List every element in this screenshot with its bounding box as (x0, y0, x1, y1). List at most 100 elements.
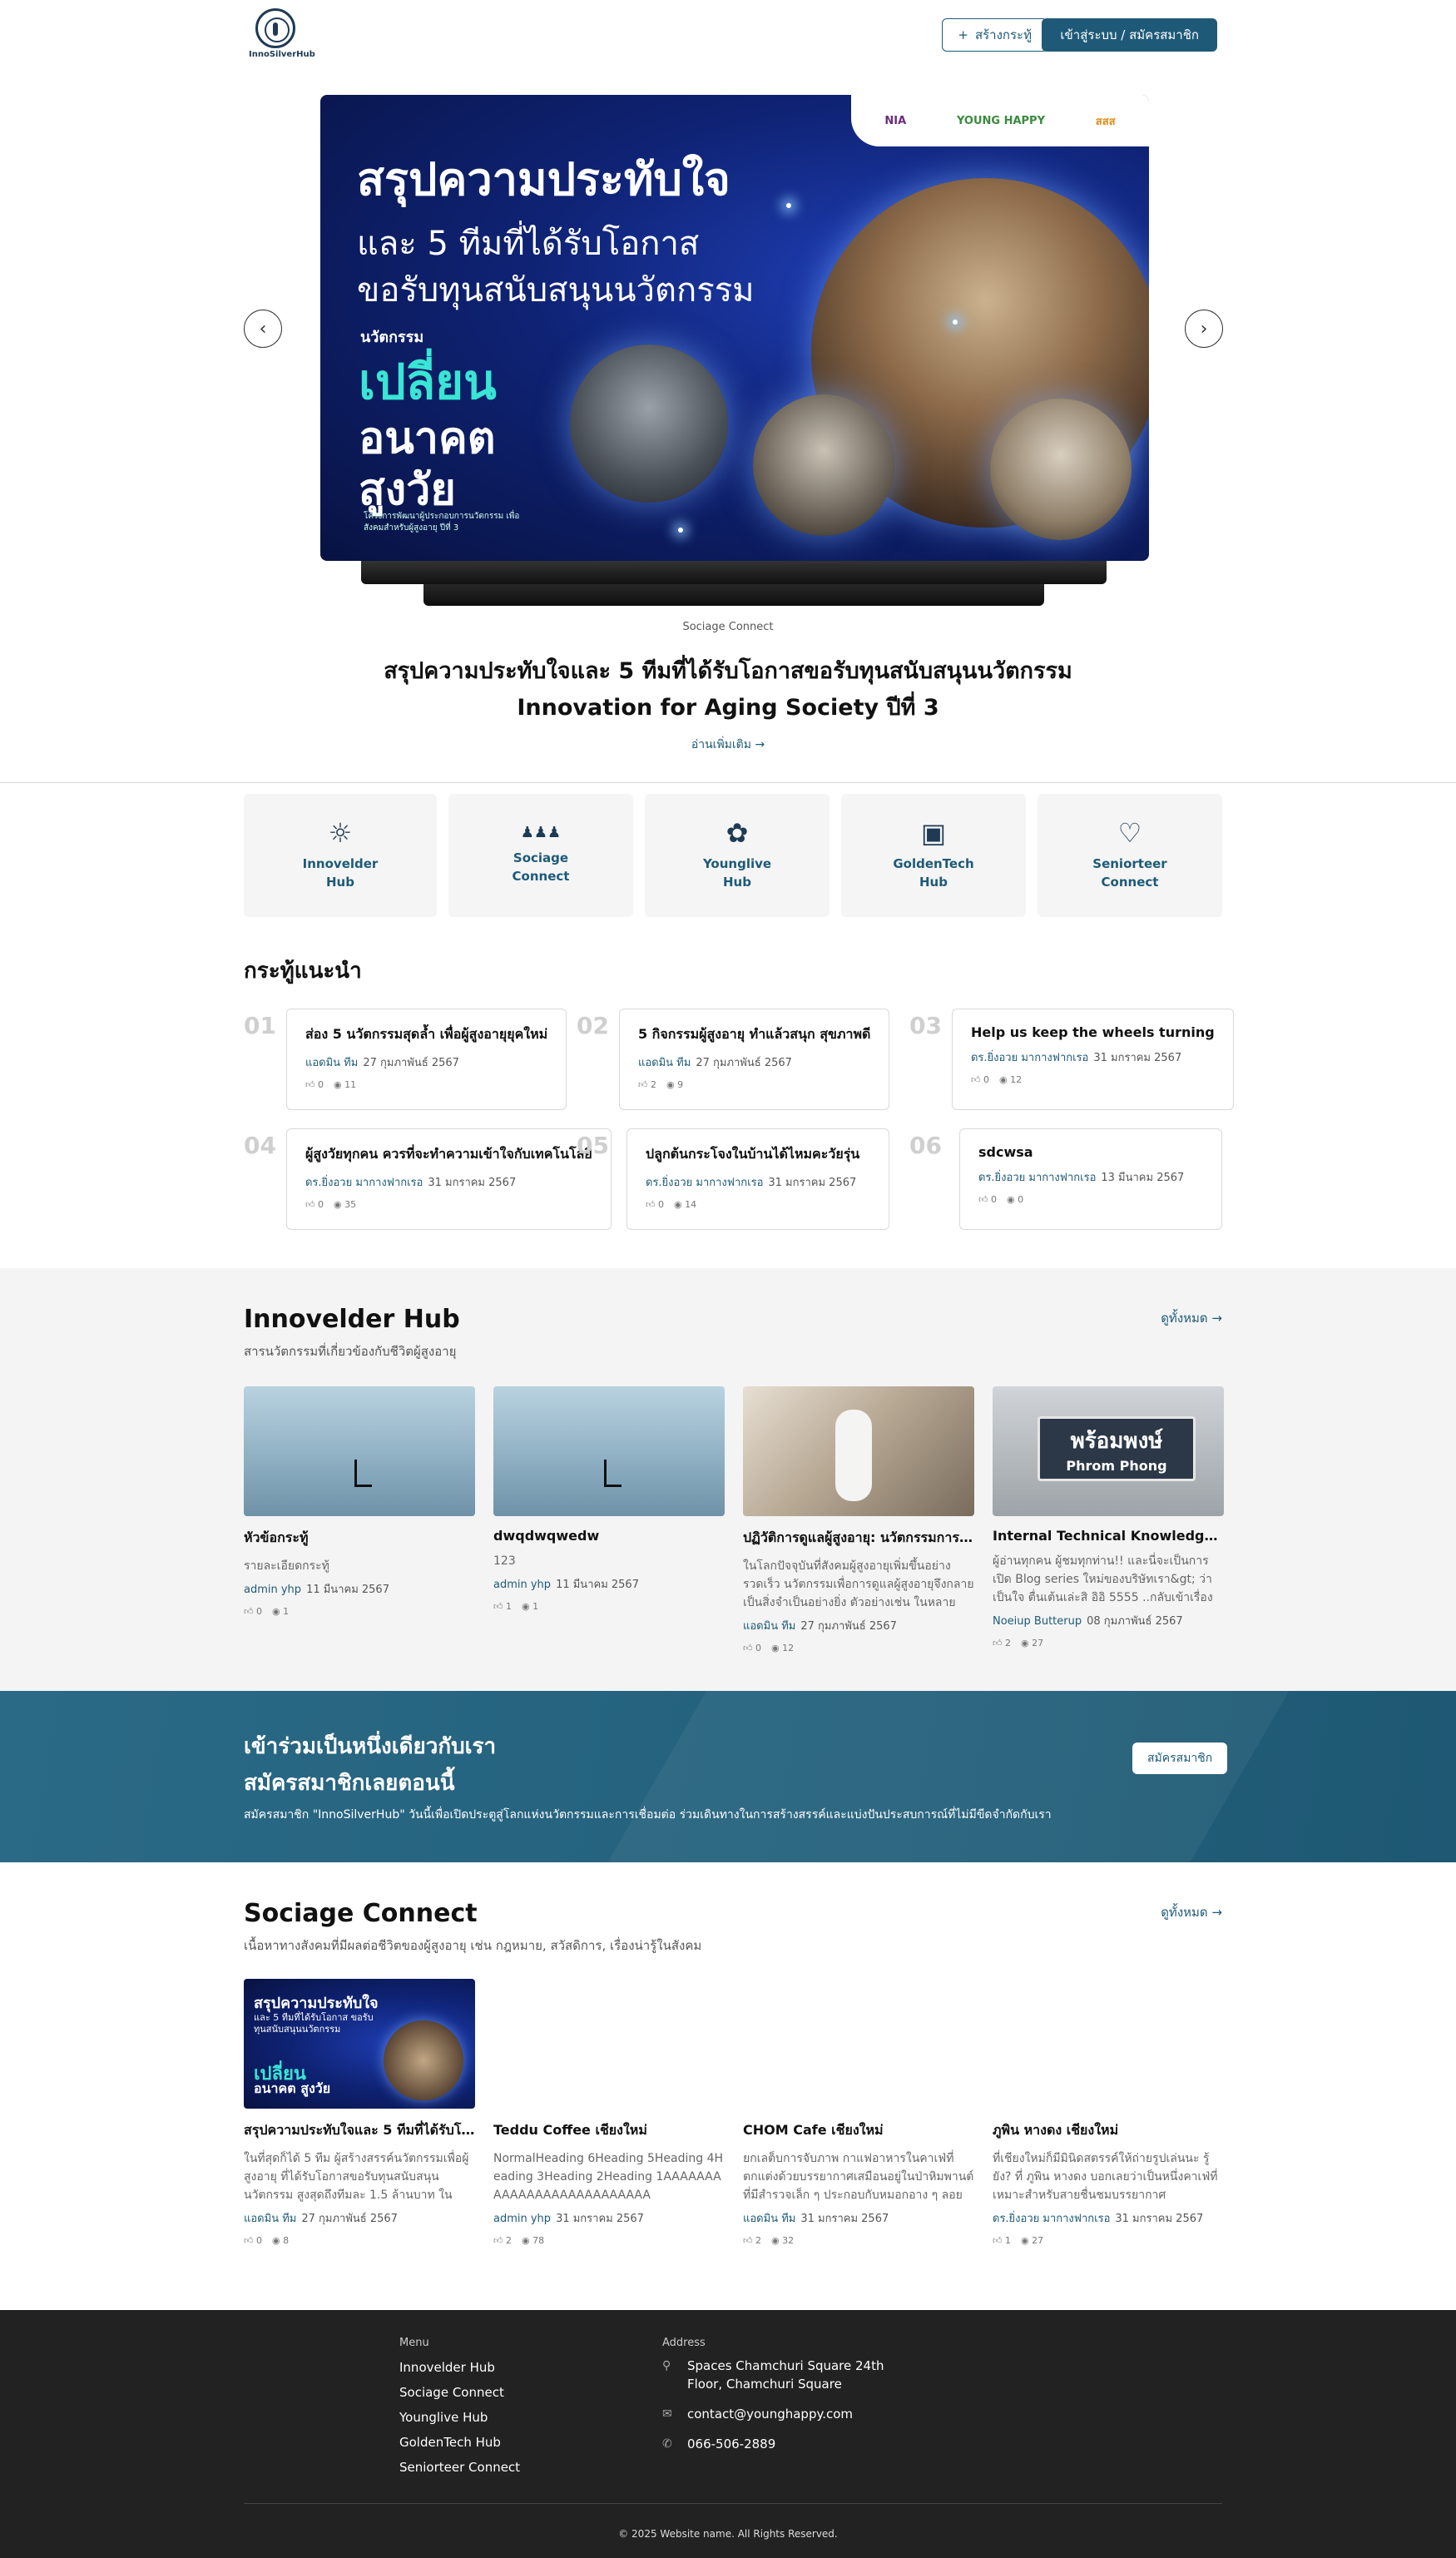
article-card[interactable]: Teddu Coffee เชียงใหม่ NormalHeading 6He… (493, 1979, 725, 2246)
hub-seniorteer[interactable]: ♡ Seniorteer Connect (1038, 794, 1222, 917)
article-author[interactable]: Noeiup Butterup (993, 1615, 1082, 1628)
carousel-next-button[interactable]: › (1185, 310, 1223, 348)
article-card[interactable]: ปฏิวัติการดูแลผู้สูงอายุ: นวัตกรรมการดูแ… (743, 1386, 974, 1653)
post-author[interactable]: ดร.ยิ่งอวย มากางฟากเรอ (978, 1172, 1096, 1184)
like-count: 👍︎ 0 (978, 1194, 997, 1205)
hub-innovelder[interactable]: ☼ Innovelder Hub (244, 794, 437, 917)
post-date: 31 มกราคม 2567 (428, 1177, 517, 1189)
article-stats: 👍︎ 1 ◉ 1 (493, 1601, 725, 1612)
recommended-card[interactable]: 5 กิจกรรมผู้สูงอายุ ทำแล้วสนุก สุขภาพดี … (618, 1009, 890, 1110)
hub-label: GoldenTech Hub (893, 856, 974, 890)
article-card[interactable]: dwqdwqwedw 123 admin yhp 11 มีนาคม 2567 👍… (493, 1386, 725, 1653)
post-author[interactable]: แอดมิน ทีม (638, 1057, 691, 1069)
like-value: 1 (1005, 2235, 1011, 2246)
article-card[interactable]: ภูพิน หางดง เชียงใหม่ ที่เชียงใหม่ก็มีมิ… (993, 1979, 1224, 2246)
innovelder-see-all-link[interactable]: ดูทั้งหมด → (1161, 1308, 1222, 1328)
carousel-prev-button[interactable]: ‹ (244, 310, 282, 348)
post-author[interactable]: ดร.ยิ่งอวย มากางฟากเรอ (305, 1177, 423, 1189)
article-description: ยกเลต็บการจับภาพ กาแฟอาหารในคาเฟ่ที่ตกแต… (743, 2152, 974, 2202)
post-author[interactable]: ดร.ยิ่งอวย มากางฟากเรอ (646, 1177, 763, 1189)
people-group-icon: ♟♟♟ (520, 824, 562, 841)
footer-link-sociage[interactable]: Sociage Connect (399, 2385, 520, 2400)
like-value: 0 (658, 1199, 664, 1210)
rank-number: 05 (577, 1132, 609, 1159)
rank-number: 01 (244, 1012, 276, 1039)
thumb-up-icon: 👍︎ (244, 2235, 256, 2246)
footer-link-younglive[interactable]: Younglive Hub (399, 2410, 520, 2425)
recommended-item: 06 sdcwsa ดร.ยิ่งอวย มากางฟากเรอ 13 มีนาค… (909, 1128, 1222, 1230)
article-stats: 👍︎ 2 ◉ 27 (993, 1638, 1224, 1648)
hub-goldentech[interactable]: ▣ GoldenTech Hub (841, 794, 1026, 917)
hub-sociage[interactable]: ♟♟♟ Sociage Connect (448, 794, 633, 917)
footer-link-seniorteer[interactable]: Seniorteer Connect (399, 2460, 520, 2475)
article-author[interactable]: ดร.ยิ่งอวย มากางฟากเรอ (993, 2213, 1110, 2225)
email-link[interactable]: contact@younghappy.com (687, 2405, 853, 2423)
post-date: 27 กุมภาพันธ์ 2567 (696, 1057, 792, 1069)
article-stats: 👍︎ 1 ◉ 27 (993, 2235, 1224, 2246)
phone-link[interactable]: 066-506-2889 (687, 2435, 775, 2453)
article-title: CHOM Cafe เชียงใหม่ (743, 2122, 884, 2138)
footer-link-goldentech[interactable]: GoldenTech Hub (399, 2435, 520, 2450)
like-count: 👍︎ 0 (971, 1074, 989, 1085)
article-meta: admin yhp 31 มกราคม 2567 (493, 2209, 725, 2227)
view-count: ◉ 1 (522, 1601, 538, 1612)
article-title: ภูพิน หางดง เชียงใหม่ (993, 2122, 1119, 2138)
recommended-card[interactable]: sdcwsa ดร.ยิ่งอวย มากางฟากเรอ 13 มีนาคม 2… (959, 1128, 1222, 1230)
post-meta: ดร.ยิ่งอวย มากางฟากเรอ 31 มกราคม 2567 (646, 1173, 870, 1191)
post-title: 5 กิจกรรมผู้สูงอายุ ทำแล้วสนุก สุขภาพดี (637, 1026, 871, 1042)
hero-slide[interactable]: NIA YOUNG HAPPY สสส สรุปความประทับใจ และ… (320, 95, 1149, 561)
post-author[interactable]: ดร.ยิ่งอวย มากางฟากเรอ (971, 1052, 1088, 1064)
recommended-card[interactable]: ผู้สูงวัยทุกคน ควรที่จะทำความเข้าใจกับเท… (285, 1128, 612, 1230)
article-card[interactable]: CHOM Cafe เชียงใหม่ ยกเลต็บการจับภาพ กาแ… (743, 1979, 974, 2246)
hub-younglive[interactable]: ✿ Younglive Hub (645, 794, 830, 917)
recommended-card[interactable]: ปลูกต้นกระโจงในบ้านได้ไหมคะวัยรุ่น ดร.ยิ… (626, 1128, 889, 1230)
register-button[interactable]: สมัครสมาชิก (1132, 1743, 1228, 1774)
article-author[interactable]: admin yhp (493, 1579, 551, 1591)
rank-number: 02 (577, 1012, 609, 1039)
eye-icon: ◉ (522, 1601, 533, 1612)
plant-icon: ✿ (726, 817, 749, 849)
like-value: 2 (650, 1079, 656, 1090)
article-author[interactable]: แอดมิน ทีม (244, 2213, 296, 2225)
chevron-right-icon: › (1200, 318, 1208, 340)
post-meta: ดร.ยิ่งอวย มากางฟากเรอ 13 มีนาคม 2567 (978, 1168, 1203, 1186)
article-description: ในที่สุดก็ได้ 5 ทีม ผู้สร้างสรรค์นวัตกรร… (244, 2152, 469, 2202)
article-card[interactable]: หัวข้อกระทู้ รายละเอียดกระทู้ admin yhp 1… (244, 1386, 475, 1653)
monitor-icon: ▣ (920, 817, 947, 849)
article-author[interactable]: แอดมิน ทีม (743, 2213, 795, 2225)
thumb-up-icon: 👍︎ (743, 2235, 755, 2246)
view-count: ◉ 9 (666, 1079, 683, 1090)
post-meta: ดร.ยิ่งอวย มากางฟากเรอ 31 มกราคม 2567 (971, 1048, 1215, 1066)
thumb-up-icon: 👍︎ (637, 1079, 651, 1090)
post-author[interactable]: แอดมิน ทีม (305, 1057, 358, 1069)
innovelder-cards: หัวข้อกระทู้ รายละเอียดกระทู้ admin yhp 1… (244, 1386, 1224, 1653)
sociage-see-all-link[interactable]: ดูทั้งหมด → (1161, 1902, 1222, 1922)
article-title: หัวข้อกระทู้ (244, 1529, 309, 1545)
article-author[interactable]: admin yhp (493, 2213, 551, 2225)
site-logo[interactable]: InnoSilverHub (249, 8, 315, 59)
article-title: Internal Technical Knowledge sharing (993, 1528, 1224, 1544)
article-author[interactable]: แอดมิน ทีม (743, 1620, 795, 1633)
create-post-label: สร้างกระทู้ (974, 27, 1032, 42)
view-value: 27 (1032, 2235, 1044, 2246)
station-sign-thai: พร้อมพงษ์ (1070, 1429, 1163, 1454)
hero-read-more-link[interactable]: อ่านเพิ่มเติม → (0, 736, 1456, 754)
recommended-card[interactable]: Help us keep the wheels turning ดร.ยิ่งอ… (951, 1009, 1234, 1110)
view-count: ◉ 0 (1007, 1194, 1023, 1205)
login-register-button[interactable]: เข้าสู่ระบบ / สมัครสมาชิก (1042, 18, 1217, 52)
article-author[interactable]: admin yhp (244, 1584, 301, 1596)
article-meta: แอดมิน ทีม 31 มกราคม 2567 (743, 2209, 974, 2227)
join-title-line2: สมัครสมาชิกเลยตอนนี้ (244, 1771, 455, 1796)
hub-label: Innovelder Hub (302, 856, 379, 890)
like-value: 0 (317, 1199, 324, 1210)
article-card[interactable]: พร้อมพงษ์ Phrom Phong Internal Technical… (993, 1386, 1224, 1653)
footer-link-innovelder[interactable]: Innovelder Hub (399, 2360, 520, 2375)
create-post-button[interactable]: + สร้างกระทู้ (942, 18, 1047, 52)
article-title: สรุปความประทับใจและ 5 ทีมที่ได้รับโอกาส (244, 2122, 475, 2138)
like-value: 0 (983, 1074, 989, 1085)
recommended-card[interactable]: ส่อง 5 นวัตกรรมสุดล้ำ เพื่อผู้สูงอายุยุค… (285, 1009, 567, 1110)
like-value: 2 (1005, 1638, 1011, 1648)
article-card[interactable]: สรุปความประทับใจ และ 5 ทีมที่ได้รับโอกาส… (244, 1979, 475, 2246)
footer-menu: Innovelder Hub Sociage Connect Younglive… (399, 2360, 520, 2485)
footer-address-heading: Address (662, 2337, 706, 2349)
